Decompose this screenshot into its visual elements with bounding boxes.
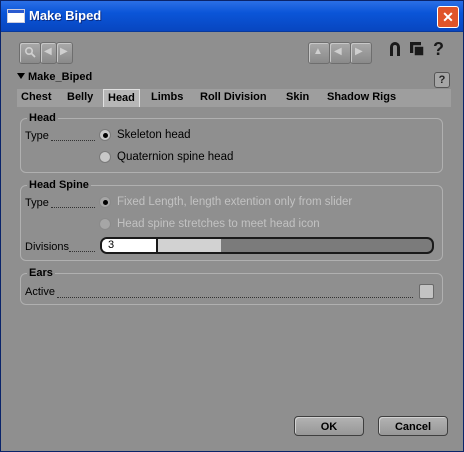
ok-button[interactable]: OK [294, 416, 364, 436]
right-button[interactable]: ▶ [350, 42, 372, 64]
quaternion-spine-head-radio[interactable] [99, 151, 111, 163]
spine-stretches-radio[interactable] [99, 218, 111, 230]
node-help-button[interactable]: ? [434, 72, 450, 88]
collapse-triangle-icon [17, 73, 25, 79]
head-group: Head [20, 112, 443, 173]
head-spine-group-title: Head Spine [27, 179, 91, 191]
tab-head[interactable]: Head [103, 89, 140, 107]
search-icon [24, 46, 36, 61]
tab-belly[interactable]: Belly [63, 89, 97, 107]
cancel-button[interactable]: Cancel [378, 416, 448, 436]
close-button[interactable]: ✕ [437, 6, 459, 28]
ears-active-leader [57, 297, 413, 298]
arrow-left-icon: ◀ [44, 46, 52, 57]
divisions-leader [69, 251, 95, 252]
ears-group: Ears [20, 267, 443, 305]
search-button[interactable] [19, 42, 41, 64]
arrow-up-icon: ▲ [313, 46, 323, 57]
copy-button[interactable] [409, 41, 427, 61]
head-group-title: Head [27, 112, 58, 124]
divisions-value-field[interactable]: 3 [102, 239, 158, 252]
back-button[interactable]: ◀ [40, 42, 57, 64]
ears-group-title: Ears [27, 267, 55, 279]
ears-active-label: Active [25, 286, 55, 298]
double-arrow-left-icon: ◀ [334, 46, 342, 57]
head-type-leader [51, 140, 95, 141]
title-bar: Make Biped ✕ [1, 1, 463, 32]
divisions-label: Divisions [25, 241, 70, 253]
tab-roll-division[interactable]: Roll Division [196, 89, 271, 107]
tab-limbs[interactable]: Limbs [147, 89, 187, 107]
divisions-slider[interactable]: 3 [100, 237, 434, 254]
head-spine-type-leader [51, 207, 95, 208]
quaternion-spine-head-label[interactable]: Quaternion spine head [117, 151, 233, 163]
skeleton-head-label[interactable]: Skeleton head [117, 129, 191, 141]
fixed-length-radio[interactable] [99, 196, 111, 208]
fixed-length-label[interactable]: Fixed Length, length extention only from… [117, 196, 352, 208]
tab-skin[interactable]: Skin [282, 89, 313, 107]
spine-stretches-label[interactable]: Head spine stretches to meet head icon [117, 218, 320, 230]
node-name: Make_Biped [28, 71, 93, 83]
ears-active-checkbox[interactable] [419, 284, 434, 299]
arrow-right-icon: ▶ [60, 46, 68, 57]
help-button[interactable]: ? [430, 39, 448, 59]
window-icon [7, 9, 25, 23]
up-button[interactable]: ▲ [308, 42, 330, 64]
head-type-label: Type [25, 130, 49, 142]
toolbar: ◀ ▶ ▲ ◀ ▶ ? [1, 32, 463, 66]
tab-shadow-rigs[interactable]: Shadow Rigs [323, 89, 400, 107]
tab-bar: Chest Belly Head Limbs Roll Division Ski… [17, 89, 451, 107]
forward-button[interactable]: ▶ [56, 42, 73, 64]
window-title: Make Biped [29, 8, 102, 23]
copy-icon [410, 42, 425, 57]
double-arrow-right-icon: ▶ [355, 46, 363, 57]
left-button[interactable]: ◀ [329, 42, 351, 64]
magnet-icon [390, 42, 400, 56]
question-icon: ? [433, 39, 444, 59]
skeleton-head-radio[interactable] [99, 129, 111, 141]
tab-chest[interactable]: Chest [17, 89, 56, 107]
head-spine-type-label: Type [25, 197, 49, 209]
make-biped-window: Make Biped ✕ ◀ ▶ ▲ ◀ ▶ ? Make_Biped ? Ch… [0, 0, 464, 452]
node-header[interactable]: Make_Biped [17, 71, 92, 83]
magnet-button[interactable] [387, 40, 405, 60]
